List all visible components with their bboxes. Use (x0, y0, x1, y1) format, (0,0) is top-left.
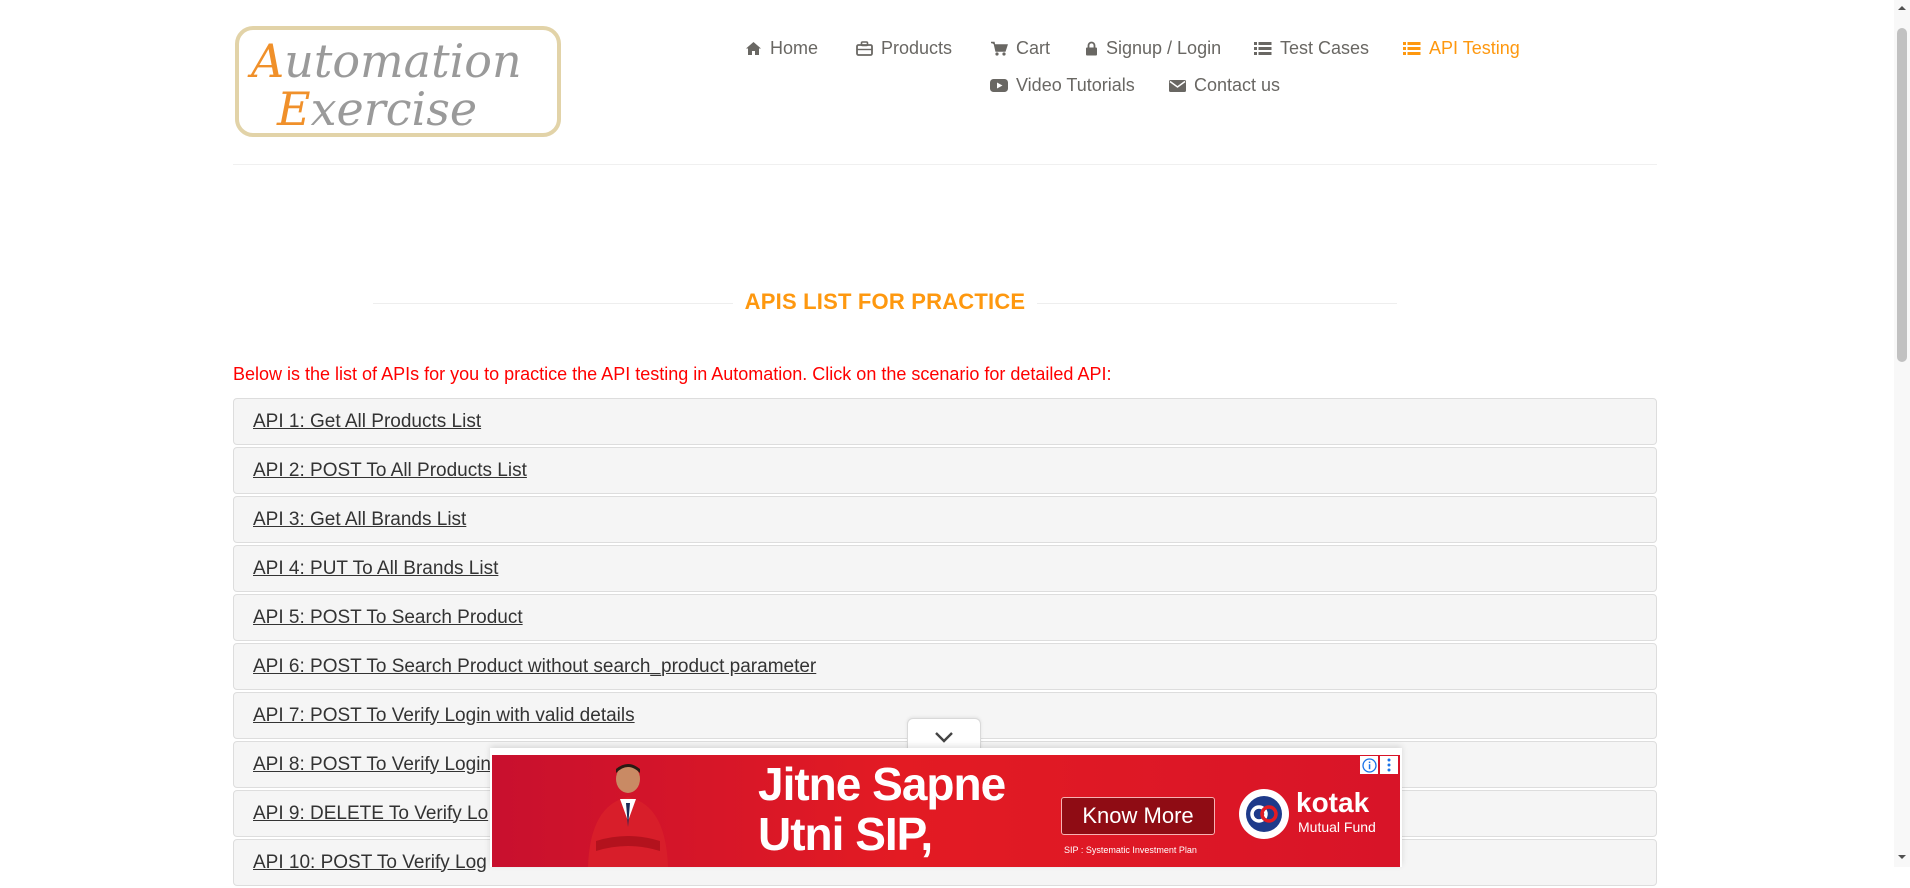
api-link-10[interactable]: API 10: POST To Verify Log (253, 852, 487, 874)
ad-know-more-button[interactable]: Know More (1061, 797, 1215, 835)
page-title: APIS LIST FOR PRACTICE (733, 286, 1037, 318)
nav-cart-label: Cart (1016, 38, 1051, 58)
logo-initial-e: E (277, 82, 311, 136)
page-scrollbar[interactable] (1894, 0, 1910, 867)
list-item: API 4: PUT To All Brands List (233, 545, 1657, 592)
scroll-up-arrow-icon[interactable] (1897, 3, 1907, 13)
logo-initial-a: A (251, 34, 285, 88)
api-link-9[interactable]: API 9: DELETE To Verify Lo (253, 803, 488, 825)
intro-text: Below is the list of APIs for you to pra… (233, 364, 1112, 384)
ad-brand-name: kotak (1296, 787, 1370, 818)
page: Automation Exercise Home Products Cart S… (0, 0, 1894, 886)
nav-home-label: Home (770, 38, 819, 58)
api-link-3[interactable]: API 3: Get All Brands List (253, 509, 466, 531)
lock-icon (1086, 41, 1097, 56)
main-nav: Home Products Cart Signup / Login Test C… (745, 38, 1520, 114)
home-icon (746, 42, 761, 55)
scrollbar-thumb[interactable] (1897, 28, 1907, 362)
api-link-1[interactable]: API 1: Get All Products List (253, 411, 481, 433)
logo-word-1: utomation (284, 34, 522, 88)
kotak-logo-icon (1239, 789, 1289, 839)
nav-api-testing-label: API Testing (1429, 38, 1520, 58)
ad-options-icon[interactable] (1380, 756, 1398, 774)
envelope-icon (1169, 79, 1186, 92)
list-icon (1403, 42, 1421, 55)
list-item: API 6: POST To Search Product without se… (233, 643, 1657, 690)
cart-icon (991, 41, 1008, 56)
logo-line-1: Automation (251, 34, 522, 88)
list-item: API 2: POST To All Products List (233, 447, 1657, 494)
scroll-down-arrow-icon[interactable] (1897, 852, 1907, 862)
ad-headline-line-2: Utni SIP, (758, 808, 933, 860)
nav-products[interactable]: Products (856, 38, 952, 59)
api-link-5[interactable]: API 5: POST To Search Product (253, 607, 523, 629)
nav-contact-us[interactable]: Contact us (1169, 75, 1280, 96)
header-divider (233, 164, 1657, 165)
api-link-2[interactable]: API 2: POST To All Products List (253, 460, 527, 482)
ad-creative[interactable]: Jitne Sapne Utni SIP, Know More SIP : Sy… (492, 755, 1400, 867)
ad-headline: Jitne Sapne Utni SIP, (758, 758, 1006, 860)
list-item: API 1: Get All Products List (233, 398, 1657, 445)
ad-info-icon[interactable] (1360, 756, 1378, 774)
ad-brand-sub: Mutual Fund (1298, 819, 1376, 835)
nav-test-cases-label: Test Cases (1280, 38, 1370, 58)
ad-headline-line-1: Jitne Sapne (758, 758, 1006, 810)
ad-footnote: SIP : Systematic Investment Plan (1064, 845, 1197, 855)
api-link-4[interactable]: API 4: PUT To All Brands List (253, 558, 498, 580)
list-item: API 5: POST To Search Product (233, 594, 1657, 641)
spokesperson-image (588, 764, 668, 867)
logo-line-2: Exercise (277, 82, 478, 136)
nav-video-tutorials-label: Video Tutorials (1016, 75, 1135, 95)
nav-products-label: Products (881, 38, 953, 58)
api-link-8[interactable]: API 8: POST To Verify Login (253, 754, 491, 776)
nav-test-cases[interactable]: Test Cases (1254, 38, 1369, 59)
nav-home[interactable]: Home (745, 38, 818, 59)
chevron-down-icon (935, 732, 953, 743)
nav-api-testing[interactable]: API Testing (1403, 38, 1520, 59)
nav-contact-us-label: Contact us (1194, 75, 1281, 95)
ad-banner[interactable]: Jitne Sapne Utni SIP, Know More SIP : Sy… (490, 748, 1402, 867)
api-link-7[interactable]: API 7: POST To Verify Login with valid d… (253, 705, 635, 727)
nav-signup-login[interactable]: Signup / Login (1085, 38, 1221, 59)
logo-word-2: xercise (310, 82, 478, 136)
nav-video-tutorials[interactable]: Video Tutorials (990, 75, 1135, 96)
nav-signup-login-label: Signup / Login (1106, 38, 1222, 58)
youtube-play-icon (990, 79, 1008, 92)
briefcase-icon (856, 41, 873, 56)
nav-cart[interactable]: Cart (990, 38, 1050, 59)
list-item: API 3: Get All Brands List (233, 496, 1657, 543)
list-icon (1254, 42, 1272, 55)
api-link-6[interactable]: API 6: POST To Search Product without se… (253, 656, 816, 678)
site-logo[interactable]: Automation Exercise (235, 26, 561, 137)
